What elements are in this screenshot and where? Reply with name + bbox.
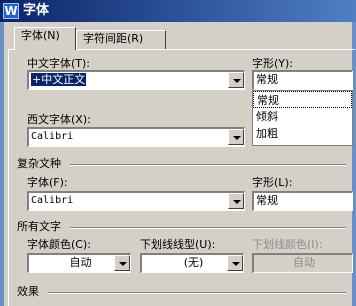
complex-style-input[interactable]: 常规: [252, 191, 353, 211]
complex-font-label: 字体(F):: [27, 176, 68, 189]
underline-style-label: 下划线线型(U):: [140, 238, 216, 251]
window-title: 字体: [23, 3, 50, 18]
window-left-border: [0, 22, 4, 306]
all-text-section-title: 所有文字: [17, 220, 61, 233]
chinese-font-value: +中文正文: [31, 73, 87, 86]
chinese-font-dropdown[interactable]: +中文正文: [27, 70, 245, 90]
style-listbox[interactable]: 常规 倾斜 加粗: [252, 90, 353, 146]
style-option-italic[interactable]: 倾斜: [253, 108, 352, 125]
effects-section-divider: [48, 292, 346, 294]
underline-color-dropdown[interactable]: 自动: [252, 253, 353, 273]
font-color-value: 自动: [69, 256, 92, 269]
style-option-bold[interactable]: 加粗: [253, 125, 352, 142]
western-font-dropdown[interactable]: Calibri: [27, 127, 245, 147]
effects-section-title: 效果: [17, 285, 39, 298]
complex-style-value: 常规: [256, 194, 278, 207]
complex-font-dropdown[interactable]: Calibri: [27, 191, 245, 211]
title-bar[interactable]: W 字体: [0, 0, 356, 22]
style-value: 常规: [256, 73, 278, 86]
chinese-font-label: 中文字体(T):: [27, 57, 91, 70]
all-text-section-divider: [70, 227, 346, 229]
complex-section-divider: [70, 164, 346, 166]
style-option-regular[interactable]: 常规: [253, 91, 352, 108]
chinese-font-dropdown-button[interactable]: [228, 72, 244, 88]
underline-style-dropdown-button[interactable]: [227, 255, 243, 271]
complex-font-value: Calibri: [31, 195, 74, 206]
font-color-dropdown-button[interactable]: [114, 255, 130, 271]
app-icon: W: [3, 3, 19, 19]
style-label: 字形(Y):: [252, 57, 294, 70]
tab-character-spacing[interactable]: 字符间距(R): [76, 30, 166, 49]
complex-section-title: 复杂文种: [17, 157, 61, 170]
complex-font-dropdown-button[interactable]: [228, 193, 244, 209]
tab-font[interactable]: 字体(N): [14, 27, 76, 50]
western-font-dropdown-button[interactable]: [228, 129, 244, 145]
underline-color-label: 下划线颜色(I):: [252, 238, 323, 251]
style-input[interactable]: 常规: [252, 70, 353, 90]
font-color-label: 字体颜色(C):: [27, 238, 91, 251]
underline-style-value: (无): [183, 256, 204, 269]
western-font-value: Calibri: [31, 131, 74, 142]
underline-color-value: 自动: [293, 256, 315, 269]
western-font-label: 西文字体(X):: [27, 113, 91, 126]
complex-style-label: 字形(L):: [252, 176, 293, 189]
